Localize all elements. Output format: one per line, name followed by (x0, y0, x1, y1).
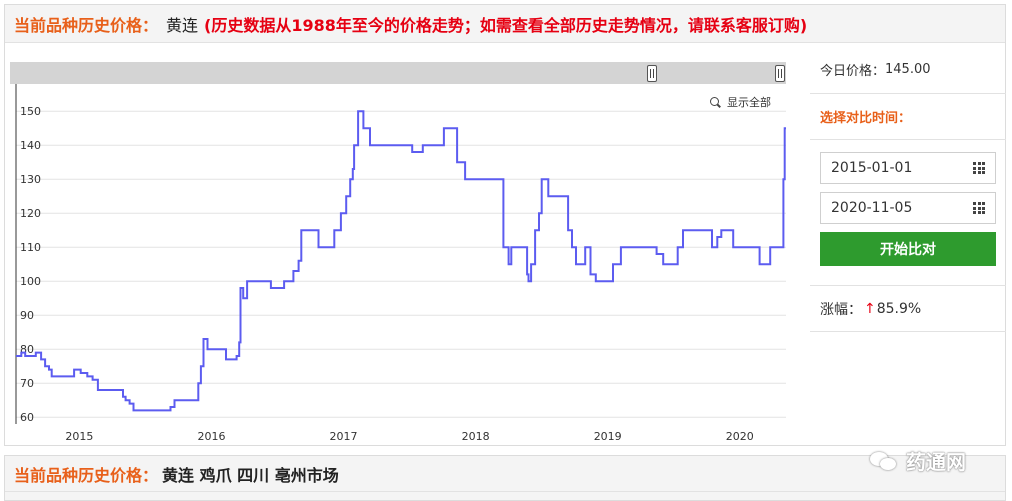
y-tick-label: 70 (20, 377, 34, 390)
price-line-chart: 607080901001101201301401502015 2016 2017 20… (15, 84, 786, 443)
x-tick-label: 2016 (197, 430, 225, 443)
compare-title: 选择对比时间： (810, 94, 1006, 140)
header-product-name: 黄连 (166, 15, 199, 35)
date-to-value: 2020-11-05 (831, 200, 913, 216)
second-header-label: 当前品种历史价格： (14, 465, 159, 485)
rise-label: 涨幅： (820, 301, 862, 318)
range-handle-left[interactable] (647, 65, 657, 82)
y-tick-label: 130 (20, 173, 41, 186)
x-tick-label: 2017 (330, 430, 358, 443)
rise-info: 涨幅： ↑ 85.9% (810, 286, 1006, 332)
header-note: (历史数据从1988年至今的价格走势；如需查看全部历史走势情况，请联系客服订购) (204, 15, 808, 35)
date-to-field[interactable]: 2020-11-05 (820, 192, 996, 224)
calendar-icon[interactable] (973, 202, 985, 214)
date-from-field[interactable]: 2015-01-01 (820, 152, 996, 184)
second-header-name: 黄连 鸡爪 四川 亳州市场 (162, 465, 339, 485)
y-tick-label: 120 (20, 207, 41, 220)
y-tick-label: 60 (20, 411, 34, 424)
up-arrow-icon: ↑ (864, 300, 876, 317)
y-tick-label: 110 (20, 241, 41, 254)
chart-area: 显示全部 60 70 80 90 100 110 120 130 140 150 2015 2016 2… (10, 62, 786, 446)
today-price-value: 145.00 (885, 61, 931, 77)
wechat-icon (870, 450, 900, 472)
today-price-label: 今日价格： (820, 63, 886, 79)
y-tick-label: 140 (20, 139, 41, 152)
panel-header: 当前品种历史价格： 黄连 (历史数据从1988年至今的价格走势；如需查看全部历史… (5, 5, 1005, 43)
calendar-icon[interactable] (973, 162, 985, 174)
range-scrollbar[interactable] (10, 62, 786, 84)
y-tick-label: 90 (20, 309, 34, 322)
price-history-panel: 当前品种历史价格： 黄连 (历史数据从1988年至今的价格走势；如需查看全部历史… (4, 4, 1006, 446)
compare-sidebar: 今日价格： 145.00 选择对比时间： 2015-01-01 2020-11-… (810, 45, 1006, 332)
price-series-line (16, 110, 786, 412)
x-tick-label: 2019 (594, 430, 622, 443)
watermark-text: 药通网 (906, 450, 966, 474)
second-header-bar: 当前品种历史价格： 黄连 鸡爪 四川 亳州市场 (5, 456, 1005, 492)
y-tick-label: 100 (20, 275, 41, 288)
watermark: 药通网 (870, 446, 966, 475)
second-panel-header: 当前品种历史价格： 黄连 鸡爪 四川 亳州市场 (4, 455, 1006, 501)
x-tick-label: 2018 (462, 430, 490, 443)
range-handle-right[interactable] (775, 65, 785, 82)
x-tick-label: 2015 (65, 430, 93, 443)
y-tick-label: 150 (20, 105, 41, 118)
x-tick-label: 2020 (726, 430, 754, 443)
date-from-value: 2015-01-01 (831, 160, 913, 176)
start-compare-button[interactable]: 开始比对 (820, 232, 996, 266)
rise-value: 85.9% (876, 300, 922, 317)
compare-inputs: 2015-01-01 2020-11-05 开始比对 (810, 140, 1006, 286)
header-label: 当前品种历史价格： (14, 15, 159, 35)
today-price: 今日价格： 145.00 (810, 45, 1006, 94)
